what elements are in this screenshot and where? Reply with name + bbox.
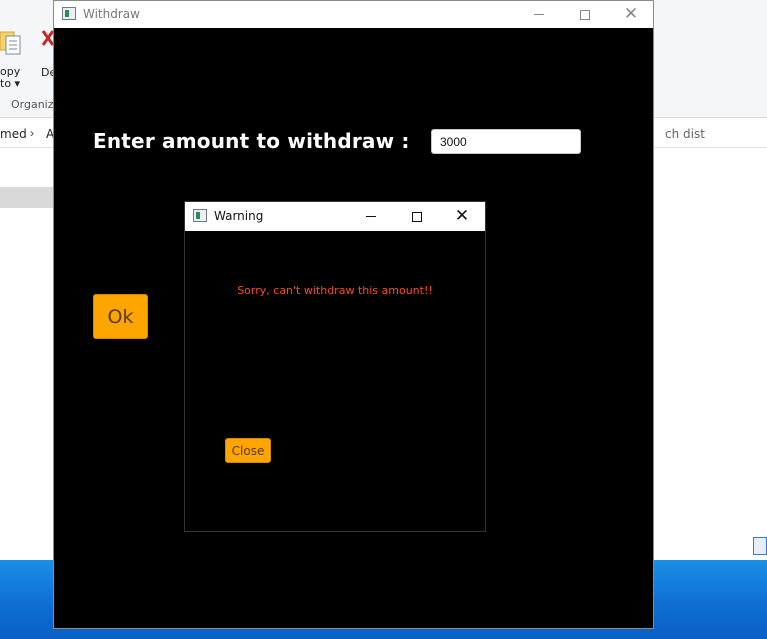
copy-to-icon[interactable] bbox=[0, 30, 22, 60]
close-icon: ✕ bbox=[623, 4, 639, 24]
warning-titlebar[interactable]: Warning ✕ bbox=[185, 202, 485, 231]
dialog-app-icon bbox=[193, 209, 207, 222]
breadcrumb-item[interactable]: med bbox=[0, 127, 27, 141]
nav-pane-selected-item[interactable] bbox=[0, 187, 53, 208]
withdraw-titlebar[interactable]: Withdraw ✕ bbox=[54, 1, 653, 28]
window-title: Withdraw bbox=[83, 7, 140, 21]
withdraw-prompt-label: Enter amount to withdraw : bbox=[93, 129, 410, 153]
breadcrumb-separator-icon: › bbox=[30, 126, 34, 140]
dialog-maximize-button[interactable] bbox=[394, 202, 440, 231]
maximize-icon bbox=[412, 211, 422, 222]
close-button[interactable]: ✕ bbox=[608, 1, 654, 28]
ok-button[interactable]: Ok bbox=[93, 294, 148, 339]
close-button[interactable]: Close bbox=[225, 438, 271, 463]
dialog-minimize-button[interactable] bbox=[348, 202, 394, 231]
details-view-icon[interactable] bbox=[753, 537, 767, 555]
organize-group-label: Organiz bbox=[11, 98, 54, 111]
close-icon: ✕ bbox=[454, 206, 470, 226]
minimize-icon bbox=[534, 14, 544, 15]
copy-to-label[interactable]: opy to ▾ bbox=[0, 66, 20, 90]
app-icon bbox=[62, 7, 76, 20]
warning-message: Sorry, can't withdraw this amount!! bbox=[237, 284, 433, 297]
minimize-button[interactable] bbox=[516, 1, 562, 28]
dialog-title: Warning bbox=[214, 209, 264, 223]
minimize-icon bbox=[366, 216, 376, 217]
search-box-text: ch dist bbox=[665, 127, 705, 141]
dialog-close-button[interactable]: ✕ bbox=[439, 202, 485, 231]
amount-input[interactable] bbox=[431, 129, 581, 154]
maximize-icon bbox=[580, 9, 590, 20]
warning-dialog: Warning ✕ Sorry, can't withdraw this amo… bbox=[184, 201, 486, 532]
maximize-button[interactable] bbox=[562, 1, 608, 28]
